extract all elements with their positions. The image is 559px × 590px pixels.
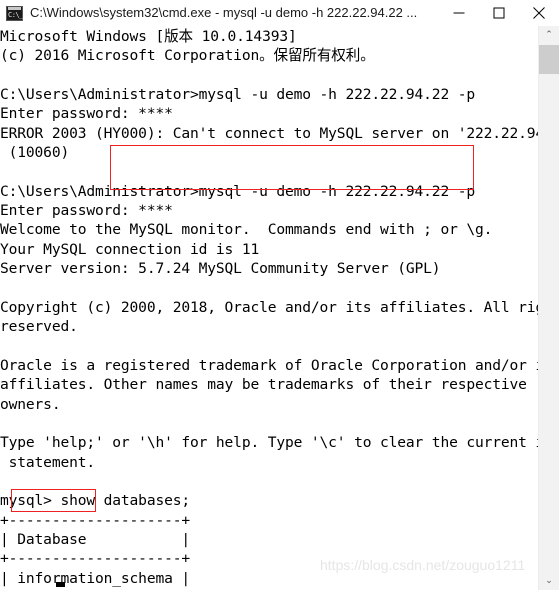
scrollbar-thumb[interactable]	[539, 45, 559, 74]
maximize-icon	[493, 7, 505, 19]
minimize-icon	[453, 12, 465, 14]
console-output-area[interactable]: Microsoft Windows [版本 10.0.14393] (c) 20…	[0, 26, 538, 590]
maximize-button[interactable]	[479, 0, 519, 26]
text-cursor	[56, 582, 65, 587]
cmd-icon-prompt-text: C:\_	[8, 10, 23, 19]
cmd-icon-titlebar-stripe	[8, 6, 21, 10]
minimize-button[interactable]	[439, 0, 479, 26]
close-icon	[533, 7, 545, 19]
cmd-exe-icon[interactable]: C:\_	[6, 5, 23, 21]
scroll-down-button[interactable]: ⌄	[539, 572, 559, 590]
close-button[interactable]	[519, 0, 559, 26]
scroll-up-button[interactable]: ⌃	[539, 26, 559, 44]
window-title: C:\Windows\system32\cmd.exe - mysql -u d…	[30, 5, 418, 20]
window-titlebar[interactable]: C:\_ C:\Windows\system32\cmd.exe - mysql…	[0, 0, 559, 26]
chevron-up-icon: ⌃	[545, 29, 553, 40]
chevron-down-icon: ⌄	[545, 575, 553, 586]
console-text: Microsoft Windows [版本 10.0.14393] (c) 20…	[0, 28, 538, 590]
cmd-window: C:\_ C:\Windows\system32\cmd.exe - mysql…	[0, 0, 559, 590]
vertical-scrollbar[interactable]: ⌃ ⌄	[538, 26, 559, 590]
